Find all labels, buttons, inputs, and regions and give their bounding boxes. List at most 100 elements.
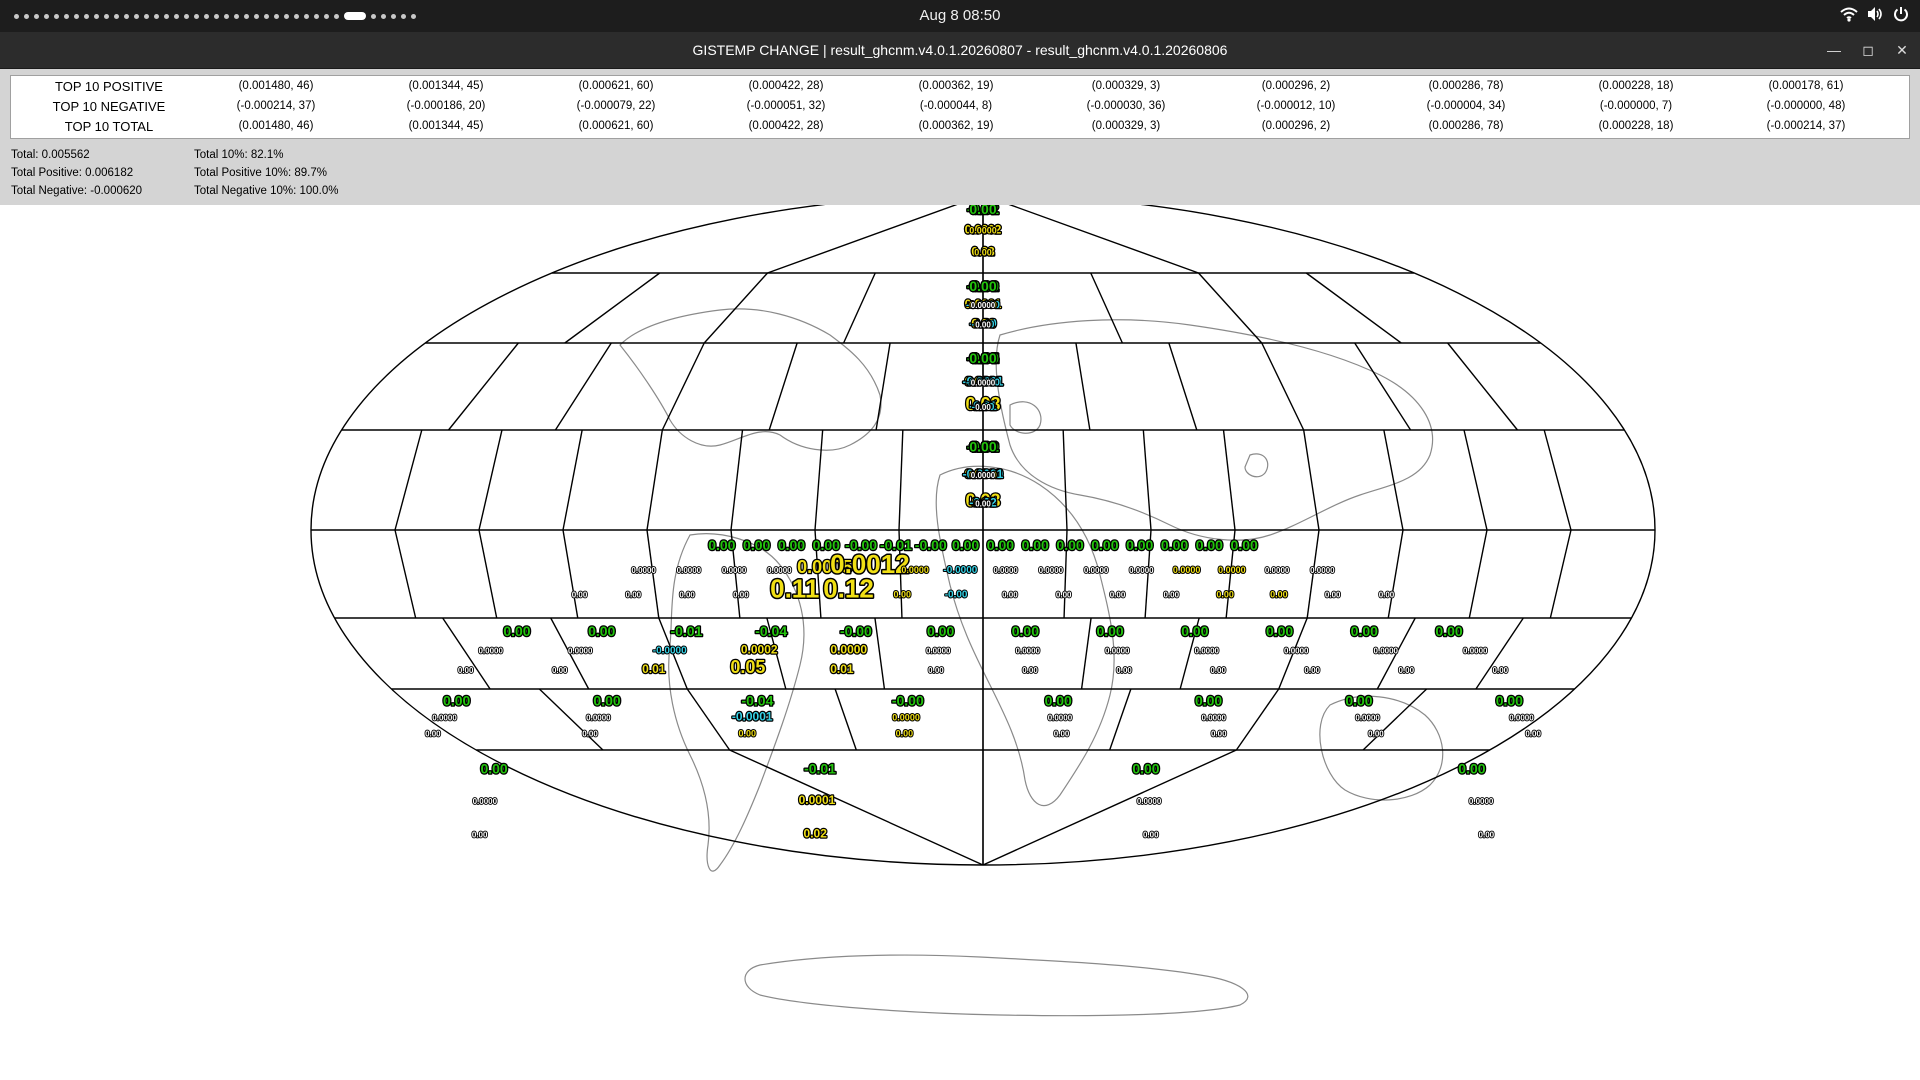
cell-value: 0.00	[1266, 623, 1293, 639]
cell-value: 0.0000	[993, 566, 1018, 575]
cell-value: 0.01	[830, 662, 854, 676]
cell-value: 0.0002	[741, 643, 778, 657]
table-row: TOP 10 TOTAL (0.001480, 46) (0.001344, 45…	[11, 116, 1909, 136]
window-title-bar[interactable]: GISTEMP CHANGE | result_ghcnm.v4.0.1.202…	[0, 32, 1920, 69]
cell-value: 0.00	[1012, 623, 1039, 639]
total-10-stat: Total 10%: 82.1%	[194, 149, 284, 161]
cell-value: 0.0000	[971, 378, 996, 387]
cell-value: 0.0000	[830, 643, 867, 657]
cell-value: 0.00	[927, 623, 954, 639]
table-cell: (0.000286, 78)	[1428, 80, 1504, 92]
cell-value: 0.00	[1435, 623, 1462, 639]
cell-value: 0.00	[480, 761, 507, 777]
table-cell: (0.000296, 2)	[1261, 120, 1331, 132]
cell-value: 0.00	[974, 247, 992, 257]
cell-value: 0.00	[969, 350, 996, 366]
cell-value: 0.0000	[568, 647, 593, 656]
table-cell: (-0.000186, 20)	[406, 100, 486, 112]
volume-icon[interactable]	[1866, 6, 1884, 22]
cell-value: 0.01	[642, 662, 666, 676]
cell-value: 0.00	[894, 590, 912, 600]
cell-value: 0.00	[626, 591, 642, 600]
total-negative-stat: Total Negative: -0.000620	[11, 185, 143, 197]
cell-value: 0.0000	[677, 566, 702, 575]
cell-value: -0.00	[840, 623, 872, 639]
cell-value: 0.00	[1164, 591, 1180, 600]
cell-value: 0.00	[1345, 693, 1372, 709]
table-cell: (0.000228, 18)	[1598, 120, 1674, 132]
cell-value: 0.0000	[722, 566, 747, 575]
system-tray[interactable]	[1840, 6, 1910, 22]
clock[interactable]: Aug 8 08:50	[0, 7, 1920, 24]
cell-value: 0.00	[1091, 537, 1118, 553]
cell-value: 0.00	[1231, 537, 1258, 553]
cell-value: 0.00	[1351, 623, 1378, 639]
cell-value: 0.0000	[1509, 713, 1534, 722]
cell-value: 0.0000	[969, 226, 997, 236]
cell-value: 0.0000	[1048, 713, 1073, 722]
cell-value: 0.00	[593, 693, 620, 709]
cell-value: 0.00	[1270, 590, 1288, 600]
cell-value: 0.00	[1022, 537, 1049, 553]
cell-value: 0.00	[1379, 591, 1395, 600]
cell-value: 0.12	[823, 574, 874, 604]
total-negative-10-stat: Total Negative 10%: 100.0%	[194, 185, 339, 197]
cell-value: 0.00	[1496, 693, 1523, 709]
table-row: TOP 10 NEGATIVE (-0.000214, 37) (-0.00018…	[11, 96, 1909, 116]
table-cell: (0.000621, 60)	[578, 80, 654, 92]
cell-value: 0.00	[1132, 761, 1159, 777]
close-icon[interactable]: ✕	[1892, 40, 1912, 60]
cell-value: 0.00	[1126, 537, 1153, 553]
cell-value: 0.00	[1195, 693, 1222, 709]
cell-value: -0.0001	[732, 709, 773, 723]
cell-value: 0.00	[588, 623, 615, 639]
cell-value: 0.0000	[1105, 647, 1130, 656]
cell-value: 0.0000	[1463, 647, 1488, 656]
cell-value: 0.05	[730, 657, 765, 677]
cell-value: 0.00	[572, 591, 588, 600]
cell-value: 0.0000	[892, 712, 920, 722]
power-icon[interactable]	[1892, 6, 1910, 22]
cell-value: 0.0000	[1129, 566, 1154, 575]
table-cell: (0.000228, 18)	[1598, 80, 1674, 92]
cell-value: 0.00	[1045, 693, 1072, 709]
table-cell: (0.000329, 3)	[1091, 80, 1161, 92]
minimize-icon[interactable]: —	[1824, 40, 1844, 60]
table-cell: (0.000286, 78)	[1428, 120, 1504, 132]
cell-value: 0.0000	[1195, 647, 1220, 656]
cell-value: 0.0000	[473, 797, 498, 806]
table-cell: (-0.000012, 10)	[1256, 100, 1336, 112]
cell-value: 0.00	[708, 537, 735, 553]
cell-value: 0.00	[975, 320, 991, 329]
cell-value: -0.0000	[653, 646, 687, 657]
cell-value: 0.00	[928, 666, 944, 675]
cell-value: 0.00	[443, 693, 470, 709]
wifi-icon[interactable]	[1840, 6, 1858, 22]
cell-value: 0.00	[1368, 730, 1384, 739]
cell-value: 0.00	[679, 591, 695, 600]
table-cell: (0.000329, 3)	[1091, 120, 1161, 132]
cell-value: -0.00	[915, 537, 947, 553]
cell-value: 0.0000	[432, 713, 457, 722]
cell-value: 0.11	[770, 574, 819, 604]
cell-value: 0.00	[1022, 666, 1038, 675]
total-positive-10-stat: Total Positive 10%: 89.7%	[194, 167, 327, 179]
cell-value: -0.04	[755, 623, 787, 639]
table-cell: (-0.000044, 8)	[919, 100, 993, 112]
cell-value: 0.00	[743, 537, 770, 553]
cell-value: 0.00	[952, 537, 979, 553]
cell-value: 0.00	[1002, 591, 1018, 600]
maximize-icon[interactable]: ◻	[1858, 40, 1878, 60]
cell-value: 0.00	[969, 278, 996, 294]
table-cell: (0.001480, 46)	[238, 80, 314, 92]
cell-value: 0.00	[1181, 623, 1208, 639]
cell-value: -0.01	[670, 623, 702, 639]
cell-value: 0.00	[1398, 666, 1414, 675]
table-cell: (-0.000000, 48)	[1766, 100, 1846, 112]
cell-value: 0.00	[1493, 666, 1509, 675]
cell-value: 0.00	[1196, 537, 1223, 553]
total-stat: Total: 0.005562	[11, 149, 90, 161]
window-title: GISTEMP CHANGE | result_ghcnm.v4.0.1.202…	[692, 42, 1228, 58]
table-cell: (0.001344, 45)	[408, 80, 484, 92]
table-cell: (0.001344, 45)	[408, 120, 484, 132]
